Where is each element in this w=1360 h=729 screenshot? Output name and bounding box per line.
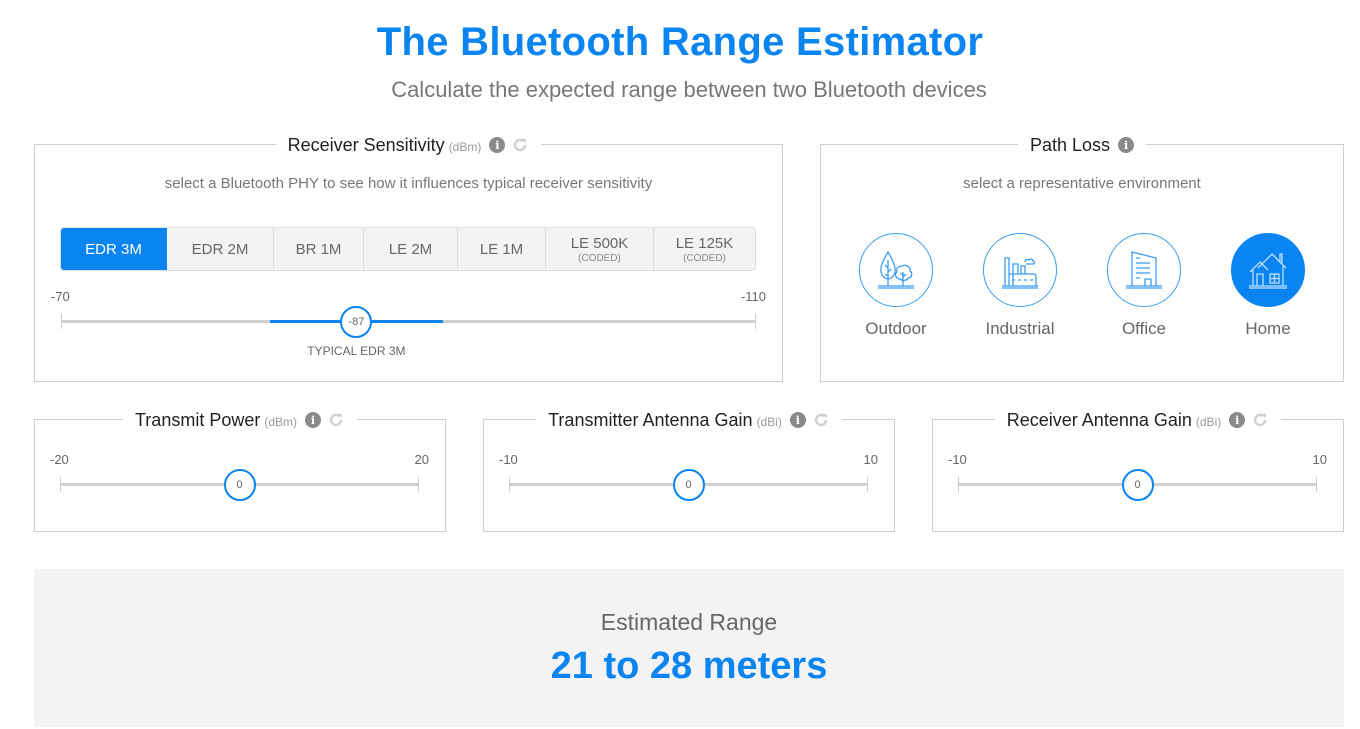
environment-office[interactable]: Office [1084, 233, 1204, 339]
info-icon[interactable]: i [789, 412, 806, 428]
receiver-sensitivity-slider[interactable]: -70 -110 -87 TYPICAL EDR 3M [51, 289, 766, 358]
phy-tab-label: LE 500K [570, 234, 629, 252]
slider-min-tick [958, 477, 959, 492]
slider-max-tick [867, 477, 868, 492]
phy-tab-label: LE 1M [479, 240, 524, 258]
environment-label: Industrial [985, 319, 1055, 338]
phy-tab-sublabel: (CODED) [683, 252, 726, 264]
phy-tab-le-1m[interactable]: LE 1M [458, 228, 546, 270]
transmit-power-panel: Transmit Power (dBm) i -20 20 0 [34, 408, 446, 532]
info-icon[interactable]: i [489, 137, 506, 153]
slider-min-label: -10 [499, 452, 518, 467]
phy-tab-label: LE 125K [675, 234, 734, 252]
path-loss-helper: select a representative environment [963, 175, 1201, 192]
slider-thumb[interactable]: -87 [340, 306, 373, 338]
phy-selector: EDR 3M EDR 2M BR 1M LE 2M LE 1M LE 500K(… [60, 227, 756, 271]
slider-thumb[interactable]: 0 [223, 469, 256, 501]
receiver-sensitivity-panel: Receiver Sensitivity (dBm) i select a Bl… [34, 133, 783, 382]
transmit-power-title: Transmit Power [134, 409, 261, 430]
factory-icon [983, 233, 1057, 307]
page-subtitle: Calculate the expected range between two… [391, 77, 987, 102]
slider-max-tick [755, 314, 756, 329]
tx-antenna-gain-title: Transmitter Antenna Gain [548, 409, 753, 430]
phy-tab-le-2m[interactable]: LE 2M [364, 228, 458, 270]
environment-outdoor[interactable]: Outdoor [836, 233, 956, 339]
info-icon[interactable]: i [1118, 137, 1135, 153]
slider-value: 0 [685, 479, 692, 491]
path-loss-title: Path Loss [1029, 134, 1111, 155]
slider-min-label: -70 [51, 289, 70, 304]
phy-tab-edr-3m[interactable]: EDR 3M [61, 228, 167, 270]
slider-max-label: 10 [1312, 452, 1327, 467]
slider-max-tick [1316, 477, 1317, 492]
slider-max-label: 10 [863, 452, 878, 467]
phy-tab-le-125k-coded[interactable]: LE 125K (CODED) [654, 228, 755, 270]
slider-max-label: -110 [740, 289, 766, 304]
phy-tab-label: EDR 3M [85, 240, 142, 258]
tx-antenna-gain-slider[interactable]: -10 10 0 [499, 452, 878, 508]
slider-value: 0 [1134, 479, 1141, 491]
slider-value: 0 [236, 479, 243, 491]
slider-min-label: -20 [50, 452, 69, 467]
receiver-sensitivity-unit: (dBm) [448, 140, 482, 154]
phy-tab-label: BR 1M [295, 240, 342, 258]
slider-min-label: -10 [948, 452, 967, 467]
slider-max-tick [418, 477, 419, 492]
typical-phy-caption: TYPICAL EDR 3M [307, 344, 406, 358]
receiver-sensitivity-helper: select a Bluetooth PHY to see how it inf… [164, 175, 653, 192]
phy-tab-sublabel: (CODED) [578, 252, 621, 264]
reset-icon[interactable] [1251, 411, 1269, 429]
phy-tab-label: LE 2M [388, 240, 433, 258]
slider-min-tick [60, 477, 61, 492]
rx-antenna-gain-unit: (dBi) [1195, 415, 1222, 429]
page-title: The Bluetooth Range Estimator [376, 20, 984, 64]
environment-label: Outdoor [865, 319, 927, 338]
phy-tab-br-1m[interactable]: BR 1M [274, 228, 364, 270]
environment-industrial[interactable]: Industrial [960, 233, 1080, 339]
estimated-range-panel: Estimated Range 21 to 28 meters [34, 569, 1344, 727]
rx-antenna-gain-title: Receiver Antenna Gain [1006, 409, 1192, 430]
environment-label: Home [1245, 319, 1291, 338]
estimated-range-label: Estimated Range [600, 609, 778, 635]
receiver-sensitivity-title: Receiver Sensitivity [287, 134, 445, 155]
transmit-power-unit: (dBm) [264, 415, 298, 429]
reset-icon[interactable] [327, 411, 345, 429]
tx-antenna-gain-panel: Transmitter Antenna Gain (dBi) i -10 10 … [483, 408, 895, 532]
rx-antenna-gain-slider[interactable]: -10 10 0 [948, 452, 1327, 508]
tx-antenna-gain-unit: (dBi) [756, 415, 782, 429]
slider-min-tick [61, 314, 62, 329]
phy-tab-le-500k-coded[interactable]: LE 500K (CODED) [546, 228, 654, 270]
slider-thumb[interactable]: 0 [1121, 469, 1154, 501]
slider-thumb[interactable]: 0 [672, 469, 705, 501]
house-icon [1231, 233, 1305, 307]
environment-home[interactable]: Home [1208, 233, 1328, 339]
slider-value: -87 [348, 316, 365, 328]
estimated-range-value: 21 to 28 meters [550, 645, 828, 687]
info-icon[interactable]: i [305, 412, 322, 428]
phy-tab-edr-2m[interactable]: EDR 2M [167, 228, 274, 270]
transmit-power-slider[interactable]: -20 20 0 [50, 452, 429, 508]
environment-label: Office [1121, 319, 1167, 338]
rx-antenna-gain-panel: Receiver Antenna Gain (dBi) i -10 10 0 [932, 408, 1344, 532]
reset-icon[interactable] [812, 411, 830, 429]
path-loss-panel: Path Loss i select a representative envi… [820, 133, 1344, 382]
slider-min-tick [509, 477, 510, 492]
reset-icon[interactable] [511, 136, 529, 154]
phy-tab-label: EDR 2M [191, 240, 249, 258]
slider-max-label: 20 [414, 452, 429, 467]
office-building-icon [1107, 233, 1181, 307]
info-icon[interactable]: i [1229, 412, 1246, 428]
trees-icon [859, 233, 933, 307]
